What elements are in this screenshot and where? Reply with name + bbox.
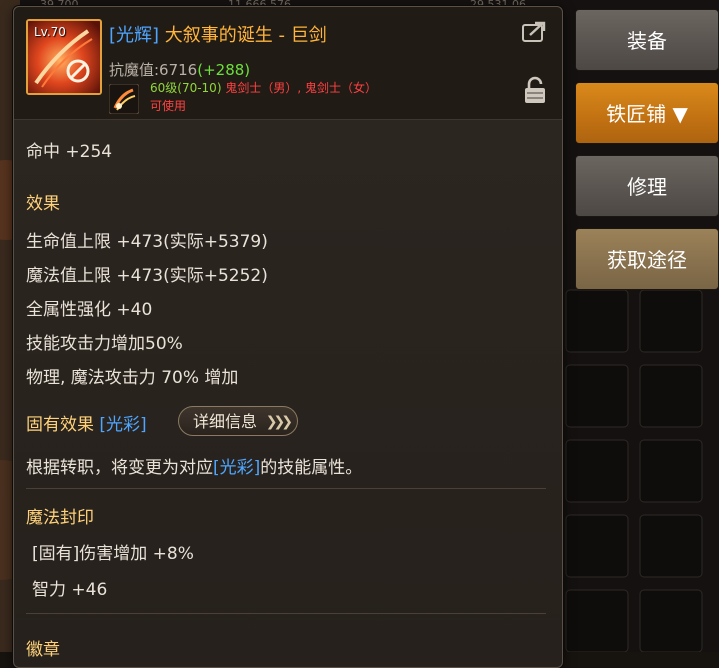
item-title-name: 大叙事的诞生 - 巨剑 (159, 25, 327, 46)
effect-line: 技能攻击力增加50% (26, 334, 183, 354)
usable-status: 可使用 (150, 99, 187, 113)
detail-info-label: 详细信息 (193, 412, 258, 431)
item-tooltip-panel: Lv.70 [光辉] 大叙事的诞生 - 巨剑 抗魔值:6716(+288) 60… (13, 6, 563, 668)
item-header: Lv.70 [光辉] 大叙事的诞生 - 巨剑 抗魔值:6716(+288) 60… (14, 7, 562, 120)
required-level: 60级(70-10) (150, 81, 222, 95)
weapon-icon: Lv.70 (26, 19, 102, 95)
required-classes: 鬼剑士（男）, 鬼剑士（女） (221, 81, 377, 95)
blacksmith-button[interactable]: 铁匠铺 ▼ (575, 82, 719, 144)
resist-bonus: (+288) (197, 61, 251, 79)
inherent-effect-tag: [光彩] (99, 415, 147, 435)
inherent-desc-tag: [光彩] (213, 458, 261, 478)
inherent-effect-description: 根据转职，将变更为对应[光彩]的技能属性。 (26, 453, 362, 478)
item-level-badge: Lv.70 (34, 25, 66, 39)
share-icon[interactable] (521, 20, 547, 44)
chevron-double-right-icon: ❯❯❯ (265, 414, 293, 430)
resist-value: 抗魔值:6716(+288) (109, 59, 250, 80)
item-title: [光辉] 大叙事的诞生 - 巨剑 (109, 21, 327, 47)
inherent-effect-label: 固有效果 (26, 415, 94, 435)
item-title-prefix: [光辉] (109, 25, 160, 46)
magic-seal-title: 魔法封印 (26, 508, 94, 528)
emblem-title: 徽章 (26, 640, 60, 660)
repair-button[interactable]: 修理 (575, 155, 719, 217)
effect-line: 全属性强化 +40 (26, 300, 153, 320)
resist-label: 抗魔值:6716 (109, 61, 198, 79)
seal-line: 智力 +46 (32, 580, 108, 600)
section-divider (26, 613, 546, 614)
hit-stat: 命中 +254 (26, 142, 113, 162)
obtain-source-button[interactable]: 获取途径 (575, 228, 719, 290)
requirement-line: 60级(70-10) 鬼剑士（男）, 鬼剑士（女） (150, 79, 377, 96)
seal-line: [固有]伤害增加 +8% (32, 544, 194, 564)
effect-line: 魔法值上限 +473(实际+5252) (26, 266, 268, 286)
fire-rune-icon (109, 84, 139, 114)
effect-section-title: 效果 (26, 194, 60, 214)
equip-button[interactable]: 装备 (575, 9, 719, 71)
inherent-desc-part-b: 的技能属性。 (260, 458, 363, 478)
inherent-desc-part-a: 根据转职，将变更为对应 (26, 458, 213, 478)
inherent-effect-title: 固有效果 [光彩] (26, 410, 147, 435)
section-divider (26, 488, 546, 489)
lock-icon[interactable] (523, 75, 547, 105)
detail-info-button[interactable]: 详细信息 ❯❯❯ (178, 406, 298, 436)
effect-line: 生命值上限 +473(实际+5379) (26, 232, 268, 252)
effect-line: 物理, 魔法攻击力 70% 增加 (26, 368, 239, 388)
